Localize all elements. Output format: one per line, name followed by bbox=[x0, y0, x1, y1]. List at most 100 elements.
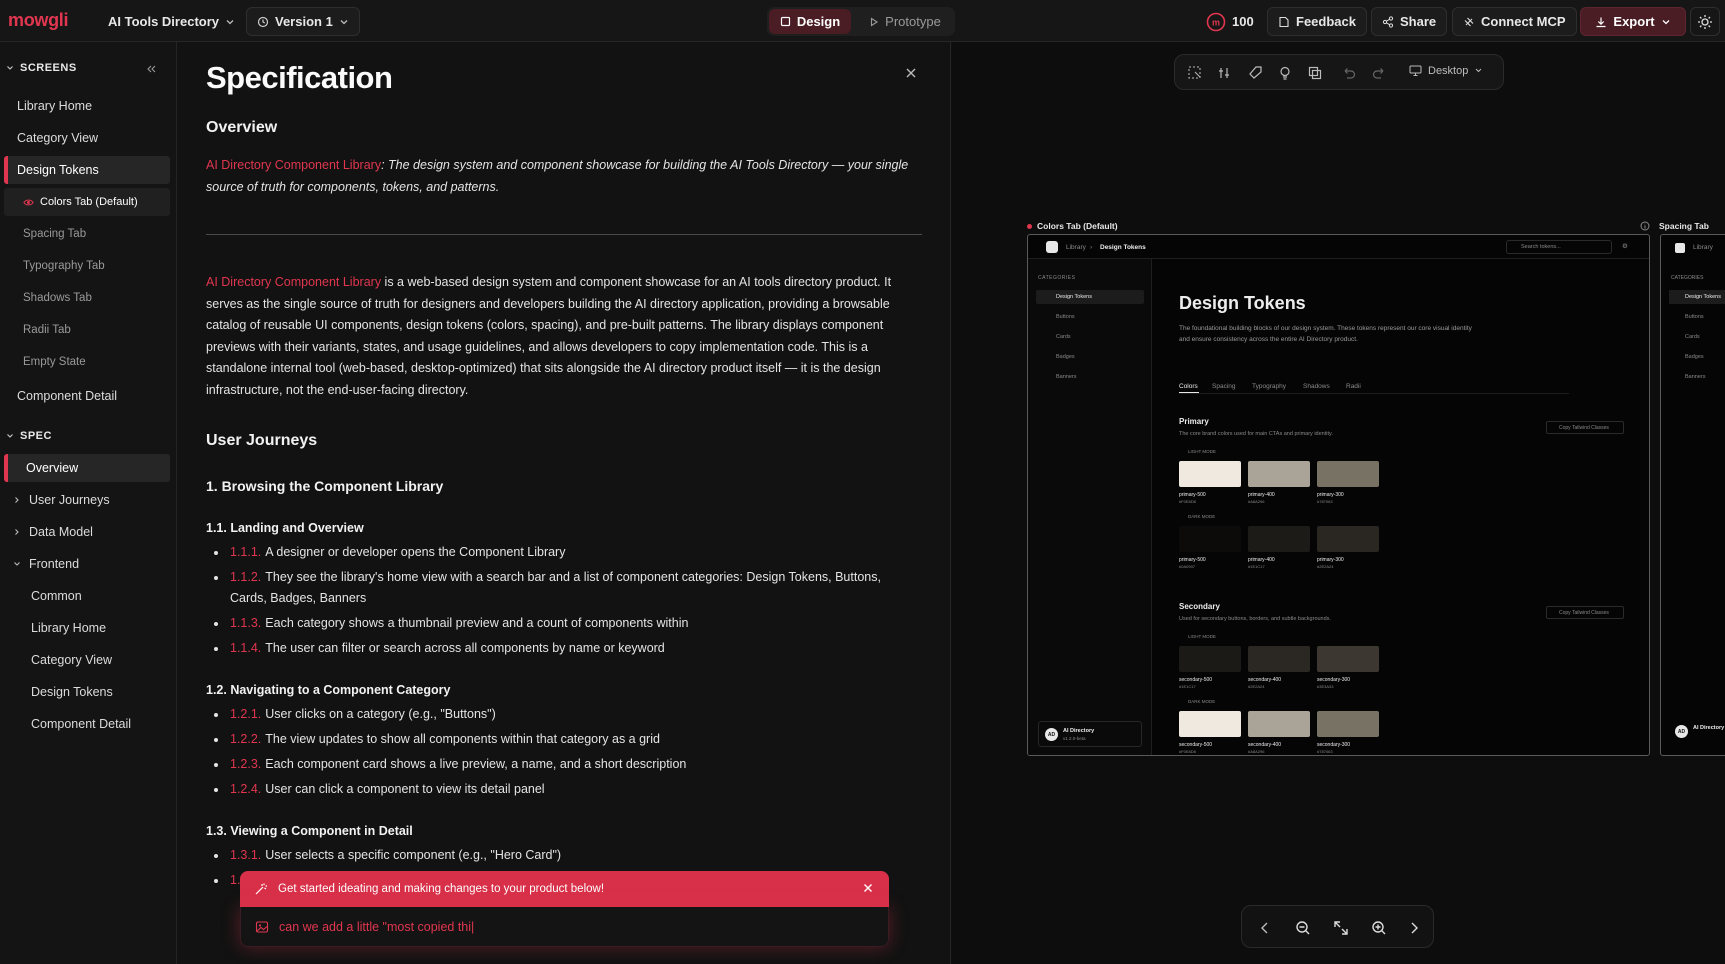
section-1-2-heading: 1.2. Navigating to a Component Category bbox=[206, 683, 451, 697]
close-icon[interactable] bbox=[861, 881, 875, 895]
spec-frontend-component-detail[interactable]: Component Detail bbox=[4, 710, 170, 738]
prototype-mode-label: Prototype bbox=[885, 14, 941, 29]
plug-icon bbox=[1464, 17, 1474, 26]
item-number: 1.1.3. bbox=[230, 616, 262, 630]
screen-library-home[interactable]: Library Home bbox=[4, 92, 170, 120]
design-mode-tab[interactable]: Design bbox=[769, 9, 851, 34]
screen-radii-tab[interactable]: Radii Tab bbox=[4, 316, 170, 344]
export-button[interactable]: Export bbox=[1580, 7, 1686, 36]
color-swatch bbox=[1248, 526, 1310, 552]
sun-icon bbox=[1698, 14, 1712, 29]
device-selector[interactable]: Desktop bbox=[1409, 64, 1483, 77]
frame-dot bbox=[1027, 223, 1032, 229]
spec-label: Component Detail bbox=[31, 717, 132, 731]
tweak-icon[interactable] bbox=[1217, 65, 1233, 81]
feedback-button[interactable]: Feedback bbox=[1267, 7, 1367, 36]
spec-label: Common bbox=[31, 589, 82, 603]
spec-frontend[interactable]: Frontend bbox=[4, 550, 170, 578]
list-item: 1.1.1. A designer or developer opens the … bbox=[214, 542, 914, 563]
mini-categories-label: CATEGORIES bbox=[1038, 275, 1076, 281]
screen-empty-state[interactable]: Empty State bbox=[4, 348, 170, 376]
spec-section-header[interactable]: SPEC bbox=[6, 430, 52, 442]
screen-category-view[interactable]: Category View bbox=[4, 124, 170, 152]
item-number: 1.1.4. bbox=[230, 641, 262, 655]
chevron-right-icon[interactable] bbox=[1405, 919, 1423, 937]
bullet-dot bbox=[214, 622, 218, 626]
screens-section-header[interactable]: SCREENS bbox=[6, 62, 77, 74]
screen-design-tokens[interactable]: Design Tokens bbox=[4, 156, 170, 184]
app-logo[interactable]: mowgli bbox=[8, 10, 69, 31]
share-button[interactable]: Share bbox=[1371, 7, 1448, 36]
mini-mode-label: LIGHT MODE bbox=[1188, 634, 1216, 639]
screen-spacing-tab[interactable]: Spacing Tab bbox=[4, 220, 170, 248]
spec-frontend-common[interactable]: Common bbox=[4, 582, 170, 610]
mini-user-card: AD AI Directory v1.2.0-beta bbox=[1038, 721, 1142, 747]
swatch-name: secondary-500 bbox=[1179, 677, 1213, 683]
spec-frontend-library-home[interactable]: Library Home bbox=[4, 614, 170, 642]
mini-nav-item: Cards bbox=[1685, 334, 1700, 340]
zoom-controls bbox=[1241, 905, 1434, 948]
select-icon[interactable] bbox=[1187, 65, 1203, 81]
screen-typography-tab[interactable]: Typography Tab bbox=[4, 252, 170, 280]
connect-mcp-button[interactable]: Connect MCP bbox=[1452, 7, 1577, 36]
lightbulb-icon[interactable] bbox=[1277, 65, 1293, 81]
version-selector[interactable]: Version 1 bbox=[246, 7, 360, 36]
credits-count: 100 bbox=[1232, 14, 1254, 29]
item-text: Each category shows a thumbnail preview … bbox=[265, 616, 689, 630]
spec-user-journeys[interactable]: User Journeys bbox=[4, 486, 170, 514]
screen-component-detail[interactable]: Component Detail bbox=[4, 382, 170, 410]
spec-overview[interactable]: Overview bbox=[4, 454, 170, 482]
screen-label: Component Detail bbox=[17, 389, 118, 403]
screen-label: Colors Tab (Default) bbox=[40, 196, 138, 208]
mini-copy-button: Copy Tailwind Classes bbox=[1546, 606, 1624, 619]
mini-categories-label: CATEGORIES bbox=[1671, 275, 1704, 281]
frame-label-spacing-tab[interactable]: Spacing Tab bbox=[1659, 221, 1709, 231]
swatch-hex: #2E2A24 bbox=[1248, 684, 1265, 689]
mini-tab: Typography bbox=[1252, 383, 1286, 390]
item-text: Each component card shows a live preview… bbox=[265, 757, 687, 771]
collapse-sidebar-icon[interactable] bbox=[146, 64, 156, 74]
spec-frontend-category-view[interactable]: Category View bbox=[4, 646, 170, 674]
credits-indicator[interactable]: m 100 bbox=[1206, 7, 1254, 36]
redo-icon[interactable] bbox=[1371, 65, 1387, 81]
screen-shadows-tab[interactable]: Shadows Tab bbox=[4, 284, 170, 312]
color-swatch bbox=[1248, 711, 1310, 737]
prototype-mode-tab[interactable]: Prototype bbox=[857, 9, 953, 34]
undo-icon[interactable] bbox=[1341, 65, 1357, 81]
frame-label-colors-tab[interactable]: Colors Tab (Default) bbox=[1027, 221, 1118, 231]
rocket-icon[interactable] bbox=[1247, 65, 1263, 81]
zoom-out-icon[interactable] bbox=[1294, 919, 1312, 937]
image-attach-icon[interactable] bbox=[255, 920, 269, 934]
mini-logo bbox=[1046, 241, 1058, 253]
close-icon[interactable] bbox=[902, 64, 920, 82]
project-selector[interactable]: AI Tools Directory bbox=[108, 7, 235, 36]
mini-nav-item: Buttons bbox=[1685, 314, 1704, 320]
mini-breadcrumb-root: Library bbox=[1066, 244, 1086, 251]
swatch-name: primary-400 bbox=[1248, 492, 1275, 498]
mini-gear-icon: ⚙ bbox=[1622, 243, 1628, 250]
chat-input[interactable]: can we add a little "most copied thi| bbox=[240, 907, 889, 947]
info-icon[interactable] bbox=[1640, 221, 1650, 231]
mini-logo bbox=[1675, 243, 1685, 253]
preview-frame-colors-tab[interactable]: Library › Design Tokens Search tokens...… bbox=[1027, 234, 1650, 756]
copy-icon[interactable] bbox=[1307, 65, 1323, 81]
screen-colors-tab[interactable]: Colors Tab (Default) bbox=[4, 188, 170, 216]
specification-panel: Specification Overview AI Directory Comp… bbox=[177, 42, 951, 964]
item-text: They see the library's home view with a … bbox=[230, 570, 881, 605]
spec-frontend-design-tokens[interactable]: Design Tokens bbox=[4, 678, 170, 706]
preview-frame-spacing-tab[interactable]: Library CATEGORIES Design Tokens Buttons… bbox=[1660, 234, 1725, 756]
product-name-link[interactable]: AI Directory Component Library bbox=[206, 158, 381, 172]
download-icon bbox=[1596, 17, 1606, 27]
fit-screen-icon[interactable] bbox=[1332, 919, 1350, 937]
spec-data-model[interactable]: Data Model bbox=[4, 518, 170, 546]
banner-text: Get started ideating and making changes … bbox=[278, 883, 605, 895]
chevron-left-icon[interactable] bbox=[1256, 919, 1274, 937]
spec-label: Frontend bbox=[29, 557, 80, 571]
theme-toggle[interactable] bbox=[1690, 7, 1720, 36]
product-name-link[interactable]: AI Directory Component Library bbox=[206, 275, 381, 289]
zoom-in-icon[interactable] bbox=[1370, 919, 1388, 937]
mini-nav-item: Buttons bbox=[1056, 314, 1075, 320]
chevron-right-icon bbox=[15, 497, 19, 503]
mini-user-name: AI Directory bbox=[1693, 725, 1725, 731]
swatch-hex: #787063 bbox=[1317, 499, 1333, 504]
